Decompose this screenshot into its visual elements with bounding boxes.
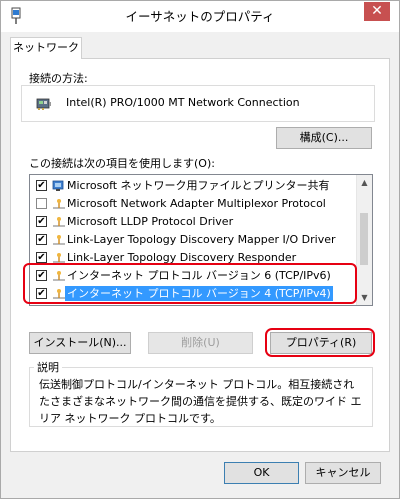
description-title: 説明 (34, 359, 62, 375)
ipv-items-highlight (23, 263, 357, 304)
item-label: Link-Layer Topology Discovery Mapper I/O… (67, 233, 336, 246)
tab-network[interactable]: ネットワーク (10, 37, 82, 59)
item-checkbox[interactable]: ✔ (36, 180, 47, 191)
item-checkbox[interactable]: ✔ (36, 252, 47, 263)
network-adapter-icon (36, 98, 51, 110)
protocol-icon (53, 199, 65, 209)
ok-button[interactable]: OK (224, 462, 299, 484)
title-bar: イーサネットのプロパティ ✕ (1, 1, 399, 32)
protocol-icon (53, 235, 65, 245)
uninstall-button[interactable]: 削除(U) (148, 332, 253, 354)
scroll-thumb[interactable] (360, 213, 368, 265)
install-button[interactable]: インストール(N)... (29, 332, 131, 354)
list-item[interactable]: ✔ Microsoft ネットワーク用ファイルとプリンター共有 (30, 177, 356, 194)
close-button[interactable]: ✕ (364, 2, 390, 21)
list-item[interactable]: Microsoft Network Adapter Multiplexor Pr… (30, 195, 356, 212)
protocol-icon (53, 217, 65, 227)
window-title: イーサネットのプロパティ (125, 9, 275, 24)
item-checkbox[interactable]: ✔ (36, 234, 47, 245)
item-checkbox[interactable]: ✔ (36, 216, 47, 227)
item-label: Microsoft Network Adapter Multiplexor Pr… (67, 197, 326, 210)
item-checkbox[interactable] (36, 198, 47, 209)
scroll-up-icon[interactable]: ▲ (357, 175, 372, 190)
cancel-button[interactable]: キャンセル (305, 462, 381, 484)
configure-button[interactable]: 構成(C)... (276, 127, 372, 149)
properties-dialog: イーサネットのプロパティ ✕ ネットワーク 接続の方法: Intel(R) PR… (0, 0, 400, 499)
connect-using-label: 接続の方法: (29, 72, 88, 85)
service-icon (52, 180, 64, 191)
list-item[interactable]: ✔ Link-Layer Topology Discovery Mapper I… (30, 231, 356, 248)
properties-highlight (265, 328, 375, 357)
description-text: 伝送制御プロトコル/インターネット プロトコル。相互接続されたさまざまなネットワ… (39, 378, 362, 425)
list-item[interactable]: ✔ Microsoft LLDP Protocol Driver (30, 213, 356, 230)
adapter-name: Intel(R) PRO/1000 MT Network Connection (66, 96, 300, 109)
item-label: Microsoft ネットワーク用ファイルとプリンター共有 (67, 179, 330, 192)
scroll-down-icon[interactable]: ▼ (357, 290, 372, 305)
item-label: Microsoft LLDP Protocol Driver (67, 215, 234, 228)
list-scrollbar[interactable]: ▲ ▼ (356, 175, 372, 305)
items-label: この接続は次の項目を使用します(O): (29, 157, 215, 170)
adapter-box: Intel(R) PRO/1000 MT Network Connection (21, 85, 375, 122)
